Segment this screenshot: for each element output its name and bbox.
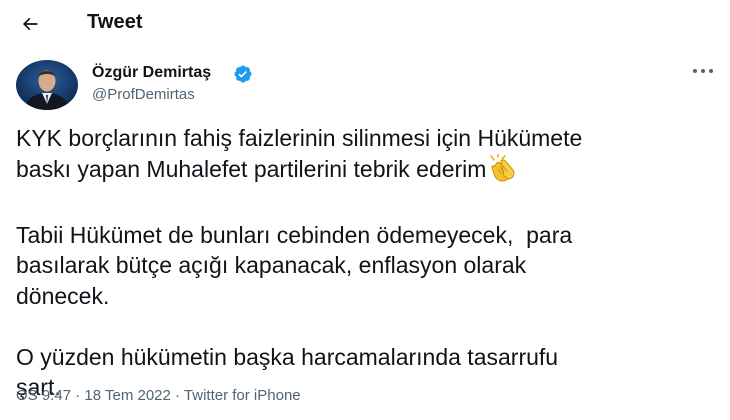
back-button[interactable] — [12, 6, 48, 42]
page-title: Tweet — [87, 11, 143, 33]
tweet-line: O yüzden hükümetin başka harcamalarında … — [16, 343, 559, 370]
meta-separator: · — [170, 387, 184, 404]
arrow-left-icon — [22, 17, 38, 31]
tweet-meta: ÖS 9:47 · 18 Tem 2022 · Twitter for iPho… — [16, 387, 301, 404]
tweet-source[interactable]: Twitter for iPhone — [184, 387, 301, 404]
tweet-text: KYK borçlarının fahiş faizlerinin silinm… — [16, 123, 716, 403]
tweet-time[interactable]: ÖS 9:47 — [16, 387, 71, 404]
tweet-paragraph: KYK borçlarının fahiş faizlerinin silinm… — [16, 123, 716, 189]
avatar[interactable] — [16, 60, 78, 110]
clapping-hands-emoji — [488, 152, 518, 190]
author-name[interactable]: Özgür Demirtaş — [92, 64, 211, 82]
more-horizontal-icon — [693, 69, 713, 73]
avatar-image — [16, 60, 78, 110]
verified-badge-icon — [234, 65, 252, 83]
more-options-button[interactable] — [688, 62, 720, 86]
tweet-date[interactable]: 18 Tem 2022 — [84, 387, 170, 404]
meta-separator: · — [71, 387, 85, 404]
tweet-line: Tabii Hükümet de bunları cebinden ödemey… — [16, 221, 573, 248]
tweet-header: Tweet — [0, 0, 730, 46]
author-handle[interactable]: @ProfDemirtas — [92, 86, 195, 103]
tweet-line: basılarak bütçe açığı kapanacak, enflasy… — [16, 252, 527, 278]
tweet-line: KYK borçlarının fahiş faizlerinin silinm… — [16, 125, 583, 151]
tweet-line: dönecek. — [16, 282, 110, 309]
tweet-line: baskı yapan Muhalefet partilerini tebrik… — [16, 155, 487, 182]
tweet-paragraph: Tabii Hükümet de bunları cebinden ödemey… — [16, 220, 716, 312]
